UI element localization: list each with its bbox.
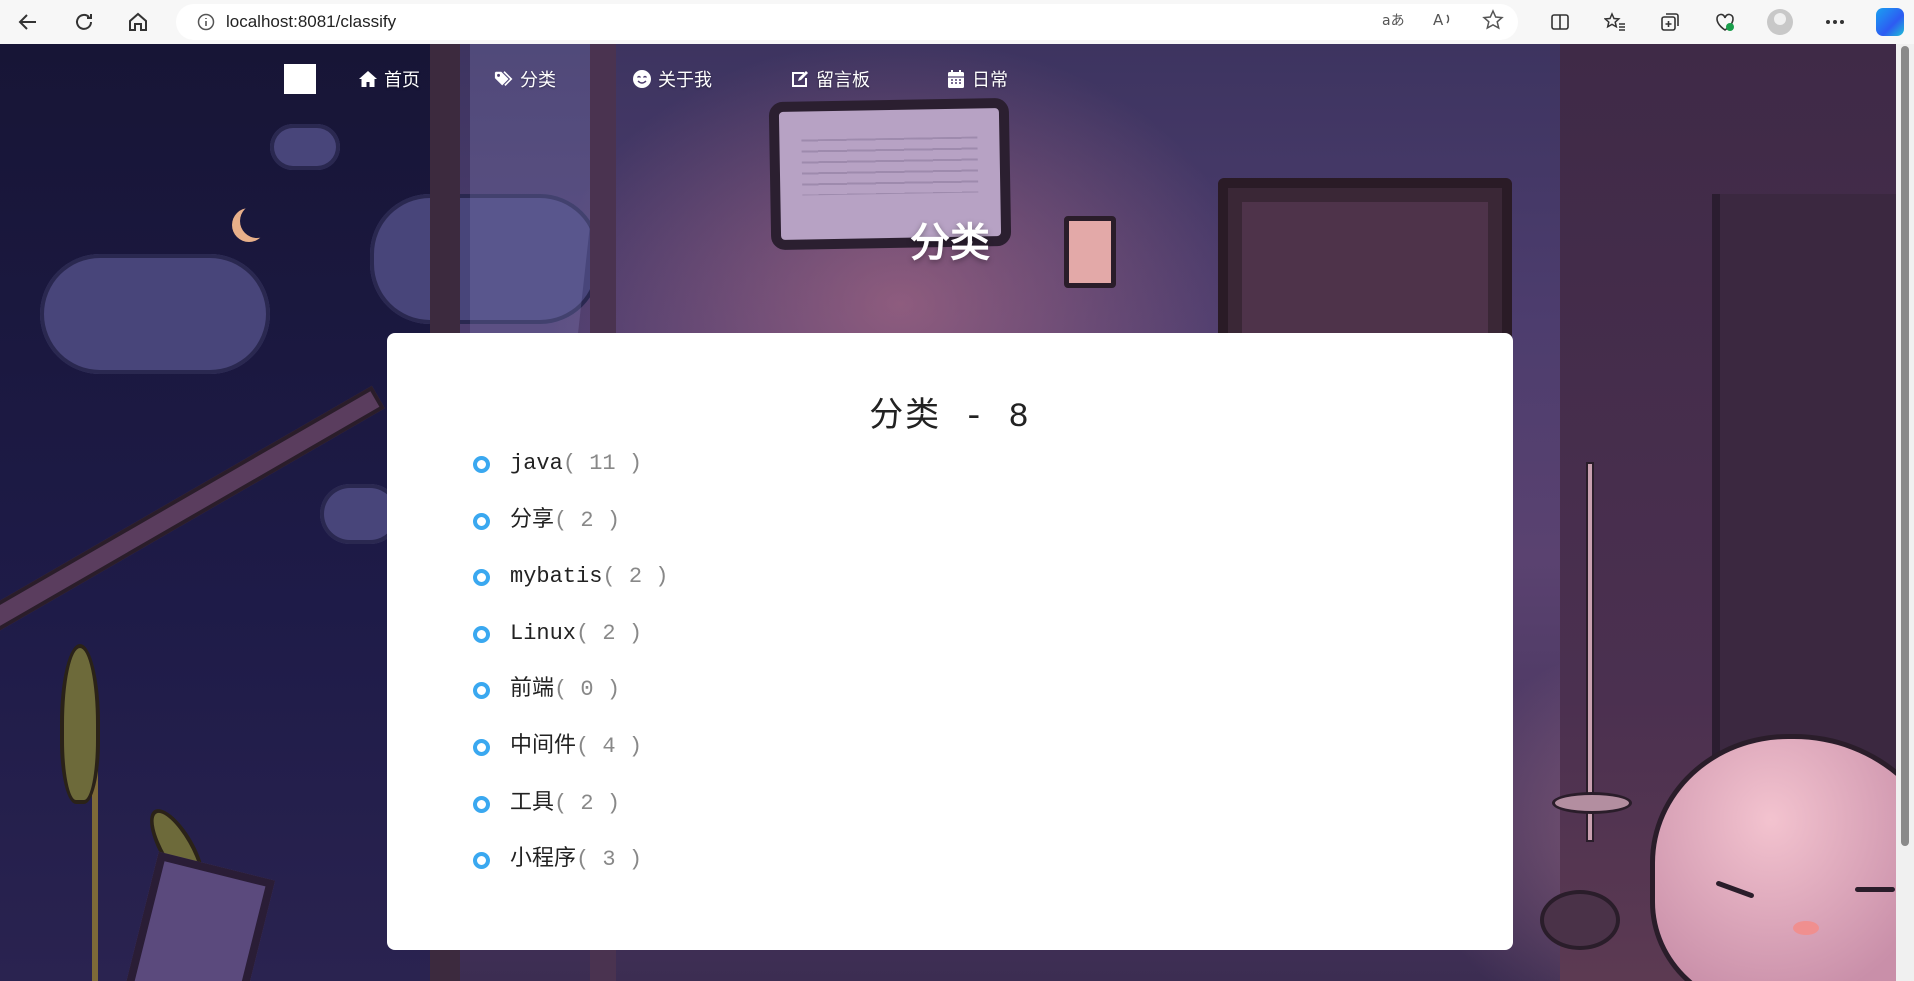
collections-icon[interactable] xyxy=(1642,0,1697,44)
nav-item-label: 留言板 xyxy=(816,70,870,91)
category-item-middleware[interactable]: 中间件 ( 4 ) xyxy=(473,731,668,788)
nav-item-home[interactable]: 首页 xyxy=(358,66,420,92)
site-nav: 首页 分类 关于我 留言板 日常 xyxy=(0,44,1914,114)
category-item-frontend[interactable]: 前端 ( 0 ) xyxy=(473,674,668,731)
nav-item-classify[interactable]: 分类 xyxy=(494,66,556,92)
bullet-circle-icon xyxy=(473,682,490,700)
category-item-tools[interactable]: 工具 ( 2 ) xyxy=(473,788,668,845)
site-logo[interactable] xyxy=(284,64,316,94)
category-count: ( 2 ) xyxy=(554,790,621,816)
bullet-circle-icon xyxy=(473,852,490,870)
category-item-java[interactable]: java ( 11 ) xyxy=(473,448,668,505)
category-name[interactable]: java xyxy=(510,448,563,480)
page-viewport: 首页 分类 关于我 留言板 日常 分类 分类 - 8 java (11) 分… xyxy=(0,44,1914,981)
category-name[interactable]: 工具 xyxy=(510,788,554,820)
category-item-linux[interactable]: Linux ( 2 ) xyxy=(473,618,668,675)
category-name[interactable]: 小程序 xyxy=(510,844,576,876)
bullet-circle-icon xyxy=(473,456,490,473)
read-aloud-icon[interactable]: A xyxy=(1432,10,1454,35)
url-text[interactable]: localhost:8081/classify xyxy=(226,12,396,32)
nav-item-label: 关于我 xyxy=(658,70,712,91)
bullet-circle-icon xyxy=(473,625,490,643)
category-item-mybatis[interactable]: mybatis ( 2 ) xyxy=(473,561,668,618)
category-name[interactable]: 中间件 xyxy=(510,731,576,763)
category-name[interactable]: 前端 xyxy=(510,674,554,706)
nav-item-label: 分类 xyxy=(520,70,556,91)
smile-icon xyxy=(632,69,652,89)
category-count: ( 2 ) xyxy=(602,564,669,590)
home-icon[interactable] xyxy=(116,0,160,44)
svg-text:A: A xyxy=(1433,11,1444,29)
bullet-circle-icon xyxy=(473,795,490,813)
category-count: ( 3 ) xyxy=(576,847,643,873)
more-icon[interactable] xyxy=(1807,0,1862,44)
nav-item-label: 首页 xyxy=(384,70,420,91)
category-count: ( 2 ) xyxy=(576,620,643,646)
split-screen-icon[interactable] xyxy=(1532,0,1587,44)
calendar-icon xyxy=(946,69,966,89)
back-icon[interactable] xyxy=(6,0,50,44)
bullet-circle-icon xyxy=(473,569,490,587)
category-item-share[interactable]: 分享 ( 2 ) xyxy=(473,505,668,562)
scrollbar-thumb[interactable] xyxy=(1901,46,1909,846)
nav-item-daily[interactable]: 日常 xyxy=(946,66,1008,92)
nav-item-guestbook[interactable]: 留言板 xyxy=(790,66,870,92)
favorite-star-icon[interactable] xyxy=(1482,8,1504,36)
address-bar[interactable]: localhost:8081/classify aあ A xyxy=(176,4,1518,40)
edit-icon xyxy=(790,69,810,89)
translate-icon[interactable]: aあ xyxy=(1382,10,1405,35)
category-card: 分类 - 8 java ( 11 ) 分享 ( 2 ) mybatis ( 2 … xyxy=(387,333,1513,950)
browser-toolbar: localhost:8081/classify aあ A xyxy=(0,0,1914,44)
category-count: ( 2 ) xyxy=(554,507,621,533)
svg-text:aあ: aあ xyxy=(1382,13,1404,29)
browser-essentials-icon[interactable] xyxy=(1697,0,1752,44)
copilot-icon[interactable] xyxy=(1862,0,1914,44)
nav-item-about[interactable]: 关于我 xyxy=(632,66,712,92)
card-title: 分类 - 8 xyxy=(869,399,1031,437)
category-count: ( 0 ) xyxy=(554,677,621,703)
home-icon xyxy=(358,69,378,89)
category-name[interactable]: Linux xyxy=(510,618,576,650)
category-count: ( 4 ) xyxy=(576,733,643,759)
page-scrollbar[interactable] xyxy=(1896,44,1914,981)
category-item-miniprogram[interactable]: 小程序 ( 3 ) xyxy=(473,844,668,901)
category-list: java ( 11 ) 分享 ( 2 ) mybatis ( 2 ) Linux… xyxy=(473,448,668,901)
category-count: ( 11 ) xyxy=(562,451,643,476)
info-icon[interactable] xyxy=(186,13,226,31)
favorites-icon[interactable] xyxy=(1587,0,1642,44)
category-name[interactable]: mybatis xyxy=(510,561,602,593)
profile-icon[interactable] xyxy=(1752,0,1807,44)
refresh-icon[interactable] xyxy=(62,0,106,44)
tags-icon xyxy=(494,69,514,89)
category-name[interactable]: 分享 xyxy=(510,505,554,537)
bullet-circle-icon xyxy=(473,738,490,756)
page-title: 分类 xyxy=(910,220,990,266)
bullet-circle-icon xyxy=(473,512,490,530)
nav-item-label: 日常 xyxy=(972,70,1008,91)
